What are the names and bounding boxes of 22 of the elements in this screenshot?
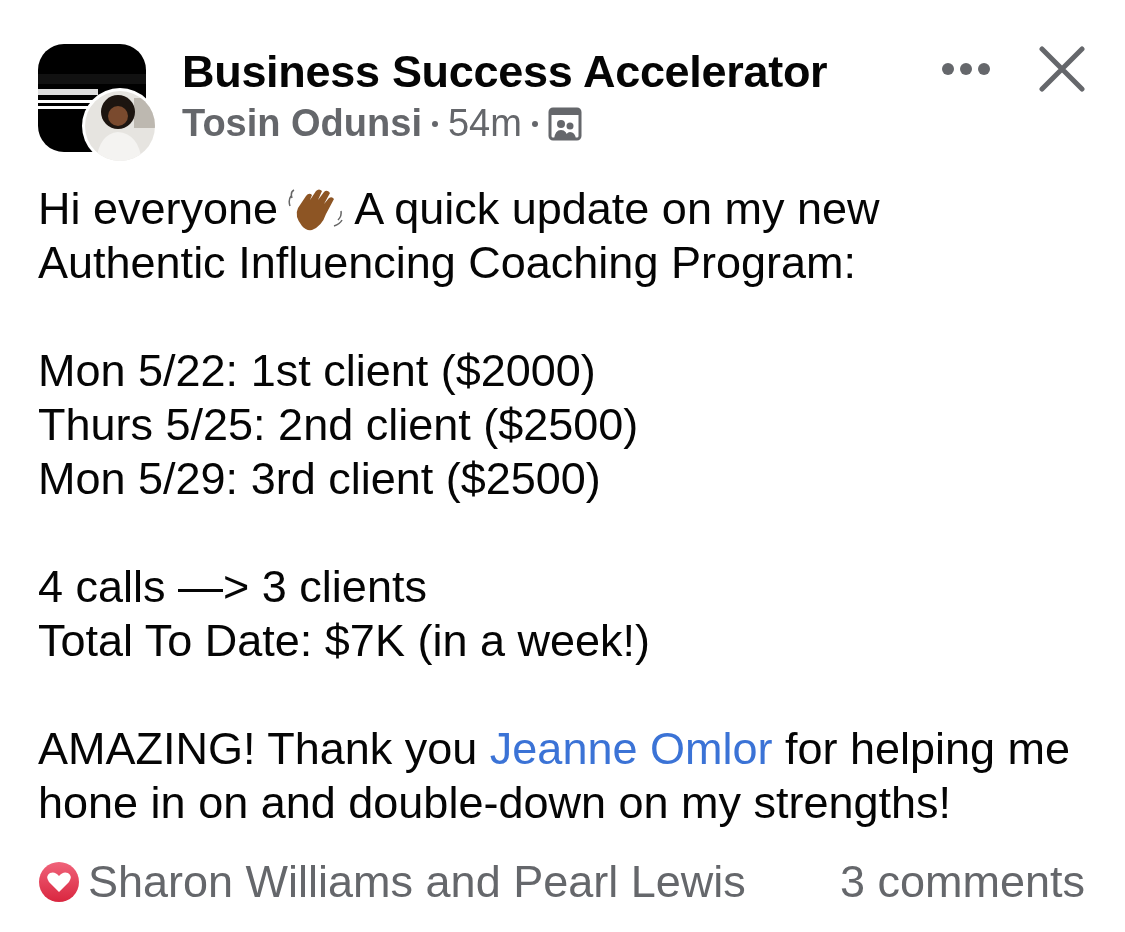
post-text: Authentic Influencing Coaching Program:: [38, 236, 857, 290]
post-text: Thurs 5/25: 2nd client ($2500): [38, 398, 640, 452]
close-icon[interactable]: [1039, 46, 1085, 92]
post-text: AMAZING! Thank you Jeanne Omlor for helping me hone in on and double-down on my strengths!: [38, 722, 1072, 830]
post-text: Mon 5/29: 3rd client ($2500): [38, 452, 602, 506]
heart-reaction-icon: [38, 861, 80, 903]
post-text: Hi everyone: [38, 183, 279, 234]
post-text: Total To Date: $7K (in a week!): [38, 614, 651, 668]
separator-dot-icon: [431, 120, 438, 127]
post-text: Mon 5/22: 1st client ($2000): [38, 344, 597, 398]
reactions-text[interactable]: Sharon Williams and Pearl Lewis: [88, 856, 746, 908]
waving-hand-icon: [288, 186, 345, 232]
mention-link[interactable]: Jeanne Omlor: [489, 723, 773, 774]
separator-dot-icon: [531, 120, 538, 127]
post-time[interactable]: 54m: [447, 102, 522, 145]
more-options-icon[interactable]: [941, 62, 991, 76]
comments-link[interactable]: 3 comments: [839, 856, 1085, 908]
author-name[interactable]: Tosin Odunsi: [182, 102, 422, 145]
post-text: A quick update on my new: [354, 183, 880, 234]
post-text: 4 calls —> 3 clients: [38, 560, 428, 614]
group-name[interactable]: Business Success Accelerator: [182, 46, 941, 98]
group-icon: [547, 106, 582, 141]
